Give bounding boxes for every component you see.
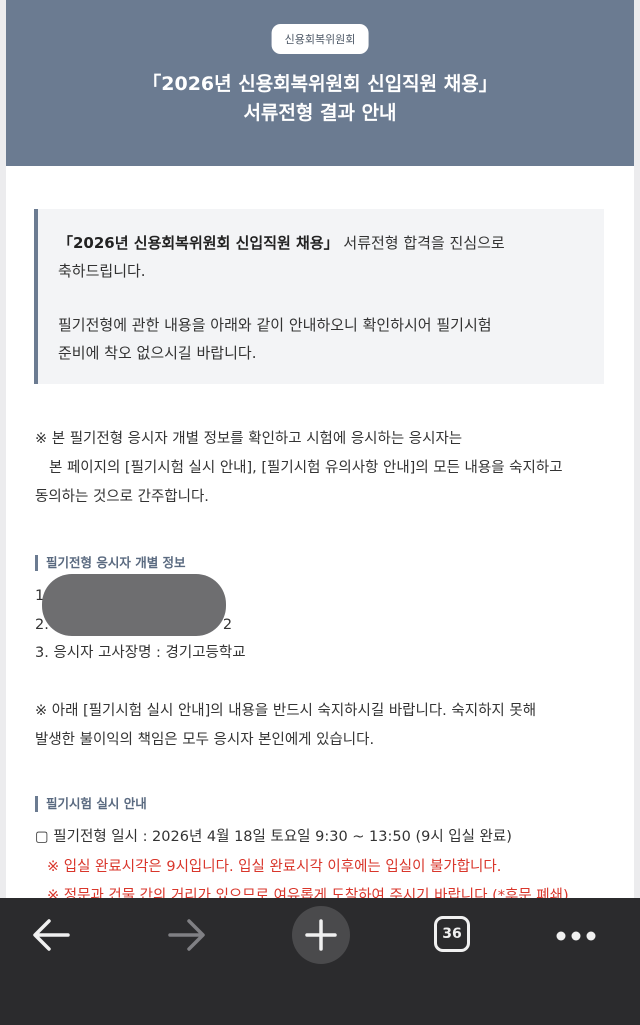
warning-line-2: 발생한 불이익의 책임은 모두 응시자 본인에게 있습니다. [35, 732, 375, 748]
notice-paragraph-1: 「2026년 신용회복위원회 신입직원 채용」 서류전형 합격을 진심으로 축하… [58, 229, 584, 285]
notice-bold-title: 「2026년 신용회복위원회 신입직원 채용」 [58, 234, 339, 252]
plus-icon [305, 919, 337, 951]
new-tab-button[interactable] [292, 906, 350, 964]
warning-line-1: ※ 아래 [필기시험 실시 안내]의 내용을 반드시 숙지하시길 바랍니다. 숙… [35, 703, 537, 719]
individual-info-heading: 필기전형 응시자 개별 정보 [35, 555, 186, 571]
browser-toolbar: 36 [0, 898, 640, 1025]
warning-paragraph: ※ 아래 [필기시험 실시 안내]의 내용을 반드시 숙지하시길 바랍니다. 숙… [35, 697, 536, 755]
back-button[interactable] [30, 916, 72, 958]
consent-line-1: ※ 본 필기전형 응시자 개별 정보를 확인하고 시험에 응시하는 응시자는 [35, 431, 463, 447]
page-header: 신용회복위원회 「2026년 신용회복위원회 신입직원 채용」 서류전형 결과 … [6, 0, 634, 166]
notice-line1-rest: 서류전형 합격을 진심으로 [338, 234, 505, 252]
more-dots-icon [556, 931, 596, 941]
consent-paragraph: ※ 본 필기전형 응시자 개별 정보를 확인하고 시험에 응시하는 응시자는 본… [35, 425, 563, 512]
tab-switcher-button[interactable]: 36 [434, 916, 470, 952]
exam-note-1: ※ 입실 완료시각은 9시입니다. 입실 완료시각 이후에는 입실이 불가합니다… [47, 859, 502, 875]
congratulation-notice: 「2026년 신용회복위원회 신입직원 채용」 서류전형 합격을 진심으로 축하… [34, 209, 604, 384]
consent-line-3: 동의하는 것으로 간주합니다. [35, 489, 209, 505]
title-line-1: 「2026년 신용회복위원회 신입직원 채용」 [142, 73, 498, 95]
title-line-2: 서류전형 결과 안내 [243, 102, 397, 124]
organization-badge: 신용회복위원회 [271, 24, 369, 54]
consent-line-2: 본 페이지의 [필기시험 실시 안내], [필기시험 유의사항 안내]의 모든 … [49, 460, 563, 476]
forward-button[interactable] [166, 916, 208, 958]
notice-para2-line1: 필기전형에 관한 내용을 아래와 같이 안내하오니 확인하시어 필기시험 [58, 316, 492, 334]
individual-info-item-3: 3. 응시자 고사장명 : 경기고등학교 [35, 645, 246, 661]
exam-info-heading: 필기시험 실시 안내 [35, 796, 147, 812]
exam-datetime: ▢ 필기전형 일시 : 2026년 4월 18일 토요일 9:30 ~ 13:5… [35, 829, 512, 845]
notice-line2: 축하드립니다. [58, 262, 146, 280]
content-card: 「2026년 신용회복위원회 신입직원 채용」 서류전형 합격을 진심으로 축하… [6, 166, 634, 898]
item2-suffix: 2 [222, 617, 233, 633]
redaction-blob [42, 574, 226, 636]
exam-note-2: ※ 정문과 건물 간의 거리가 있으므로 여유롭게 도착하여 주시기 바랍니다 … [47, 888, 569, 898]
page-title: 「2026년 신용회복위원회 신입직원 채용」 서류전형 결과 안내 [6, 70, 634, 128]
notice-para2-line2: 준비에 착오 없으시길 바랍니다. [58, 344, 257, 362]
back-arrow-icon [33, 919, 70, 951]
more-menu-button[interactable] [554, 928, 598, 947]
forward-arrow-icon [168, 919, 205, 951]
notice-paragraph-2: 필기전형에 관한 내용을 아래와 같이 안내하오니 확인하시어 필기시험 준비에… [58, 311, 584, 367]
